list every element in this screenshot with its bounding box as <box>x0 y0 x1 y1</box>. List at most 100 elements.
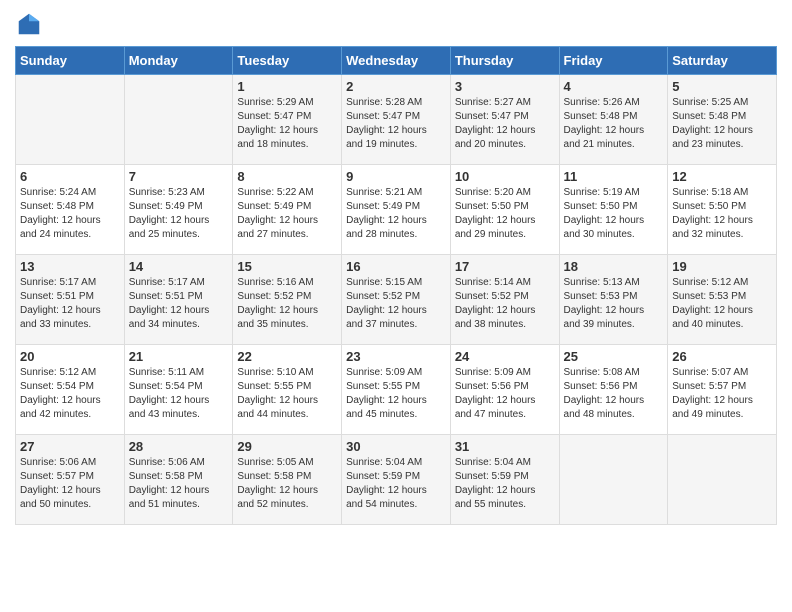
week-row-5: 27 Sunrise: 5:06 AMSunset: 5:57 PMDayligh… <box>16 435 777 525</box>
day-info: Sunrise: 5:11 AMSunset: 5:54 PMDaylight:… <box>129 366 229 422</box>
day-number: 16 <box>346 259 446 274</box>
weekday-header-saturday: Saturday <box>668 47 777 75</box>
calendar-cell: 24 Sunrise: 5:09 AMSunset: 5:56 PMDayligh… <box>450 345 559 435</box>
day-number: 27 <box>20 439 120 454</box>
calendar-cell: 4 Sunrise: 5:26 AMSunset: 5:48 PMDaylight… <box>559 75 668 165</box>
day-info: Sunrise: 5:20 AMSunset: 5:50 PMDaylight:… <box>455 186 555 242</box>
day-number: 4 <box>564 79 664 94</box>
calendar-cell: 31 Sunrise: 5:04 AMSunset: 5:59 PMDayligh… <box>450 435 559 525</box>
day-info: Sunrise: 5:10 AMSunset: 5:55 PMDaylight:… <box>237 366 337 422</box>
day-info: Sunrise: 5:24 AMSunset: 5:48 PMDaylight:… <box>20 186 120 242</box>
weekday-header-row: SundayMondayTuesdayWednesdayThursdayFrid… <box>16 47 777 75</box>
calendar-cell: 20 Sunrise: 5:12 AMSunset: 5:54 PMDayligh… <box>16 345 125 435</box>
calendar-cell: 13 Sunrise: 5:17 AMSunset: 5:51 PMDayligh… <box>16 255 125 345</box>
day-info: Sunrise: 5:12 AMSunset: 5:53 PMDaylight:… <box>672 276 772 332</box>
weekday-header-friday: Friday <box>559 47 668 75</box>
day-info: Sunrise: 5:22 AMSunset: 5:49 PMDaylight:… <box>237 186 337 242</box>
day-info: Sunrise: 5:25 AMSunset: 5:48 PMDaylight:… <box>672 96 772 152</box>
day-number: 18 <box>564 259 664 274</box>
day-info: Sunrise: 5:14 AMSunset: 5:52 PMDaylight:… <box>455 276 555 332</box>
day-number: 8 <box>237 169 337 184</box>
day-number: 23 <box>346 349 446 364</box>
week-row-4: 20 Sunrise: 5:12 AMSunset: 5:54 PMDayligh… <box>16 345 777 435</box>
day-info: Sunrise: 5:28 AMSunset: 5:47 PMDaylight:… <box>346 96 446 152</box>
day-info: Sunrise: 5:17 AMSunset: 5:51 PMDaylight:… <box>20 276 120 332</box>
calendar-cell: 1 Sunrise: 5:29 AMSunset: 5:47 PMDaylight… <box>233 75 342 165</box>
page-header <box>15 10 777 38</box>
day-info: Sunrise: 5:19 AMSunset: 5:50 PMDaylight:… <box>564 186 664 242</box>
day-number: 28 <box>129 439 229 454</box>
calendar-cell <box>668 435 777 525</box>
day-number: 3 <box>455 79 555 94</box>
calendar-table: SundayMondayTuesdayWednesdayThursdayFrid… <box>15 46 777 525</box>
calendar-cell: 16 Sunrise: 5:15 AMSunset: 5:52 PMDayligh… <box>342 255 451 345</box>
calendar-cell: 9 Sunrise: 5:21 AMSunset: 5:49 PMDaylight… <box>342 165 451 255</box>
calendar-cell: 19 Sunrise: 5:12 AMSunset: 5:53 PMDayligh… <box>668 255 777 345</box>
calendar-cell: 17 Sunrise: 5:14 AMSunset: 5:52 PMDayligh… <box>450 255 559 345</box>
day-number: 14 <box>129 259 229 274</box>
logo <box>15 10 47 38</box>
week-row-2: 6Sunrise: 5:24 AMSunset: 5:48 PMDaylight… <box>16 165 777 255</box>
calendar-cell: 23 Sunrise: 5:09 AMSunset: 5:55 PMDayligh… <box>342 345 451 435</box>
day-number: 2 <box>346 79 446 94</box>
day-number: 21 <box>129 349 229 364</box>
day-number: 20 <box>20 349 120 364</box>
day-number: 24 <box>455 349 555 364</box>
calendar-cell: 11Sunrise: 5:19 AMSunset: 5:50 PMDayligh… <box>559 165 668 255</box>
day-info: Sunrise: 5:27 AMSunset: 5:47 PMDaylight:… <box>455 96 555 152</box>
day-info: Sunrise: 5:04 AMSunset: 5:59 PMDaylight:… <box>346 456 446 512</box>
day-info: Sunrise: 5:23 AMSunset: 5:49 PMDaylight:… <box>129 186 229 242</box>
day-info: Sunrise: 5:16 AMSunset: 5:52 PMDaylight:… <box>237 276 337 332</box>
day-info: Sunrise: 5:29 AMSunset: 5:47 PMDaylight:… <box>237 96 337 152</box>
logo-icon <box>15 10 43 38</box>
day-number: 9 <box>346 169 446 184</box>
day-number: 29 <box>237 439 337 454</box>
calendar-cell: 14 Sunrise: 5:17 AMSunset: 5:51 PMDayligh… <box>124 255 233 345</box>
day-info: Sunrise: 5:17 AMSunset: 5:51 PMDaylight:… <box>129 276 229 332</box>
day-info: Sunrise: 5:06 AMSunset: 5:57 PMDaylight:… <box>20 456 120 512</box>
calendar-cell <box>16 75 125 165</box>
day-number: 7 <box>129 169 229 184</box>
calendar-cell <box>124 75 233 165</box>
day-number: 13 <box>20 259 120 274</box>
day-info: Sunrise: 5:09 AMSunset: 5:55 PMDaylight:… <box>346 366 446 422</box>
day-number: 15 <box>237 259 337 274</box>
calendar-cell: 7 Sunrise: 5:23 AMSunset: 5:49 PMDaylight… <box>124 165 233 255</box>
day-info: Sunrise: 5:15 AMSunset: 5:52 PMDaylight:… <box>346 276 446 332</box>
day-info: Sunrise: 5:12 AMSunset: 5:54 PMDaylight:… <box>20 366 120 422</box>
calendar-cell: 15 Sunrise: 5:16 AMSunset: 5:52 PMDayligh… <box>233 255 342 345</box>
day-info: Sunrise: 5:21 AMSunset: 5:49 PMDaylight:… <box>346 186 446 242</box>
day-number: 5 <box>672 79 772 94</box>
day-info: Sunrise: 5:04 AMSunset: 5:59 PMDaylight:… <box>455 456 555 512</box>
day-info: Sunrise: 5:06 AMSunset: 5:58 PMDaylight:… <box>129 456 229 512</box>
day-info: Sunrise: 5:26 AMSunset: 5:48 PMDaylight:… <box>564 96 664 152</box>
weekday-header-sunday: Sunday <box>16 47 125 75</box>
day-number: 17 <box>455 259 555 274</box>
day-number: 1 <box>237 79 337 94</box>
calendar-cell: 10 Sunrise: 5:20 AMSunset: 5:50 PMDayligh… <box>450 165 559 255</box>
day-number: 19 <box>672 259 772 274</box>
day-info: Sunrise: 5:09 AMSunset: 5:56 PMDaylight:… <box>455 366 555 422</box>
calendar-cell: 6Sunrise: 5:24 AMSunset: 5:48 PMDaylight… <box>16 165 125 255</box>
day-number: 10 <box>455 169 555 184</box>
day-info: Sunrise: 5:08 AMSunset: 5:56 PMDaylight:… <box>564 366 664 422</box>
calendar-cell: 27 Sunrise: 5:06 AMSunset: 5:57 PMDayligh… <box>16 435 125 525</box>
week-row-1: 1 Sunrise: 5:29 AMSunset: 5:47 PMDaylight… <box>16 75 777 165</box>
week-row-3: 13 Sunrise: 5:17 AMSunset: 5:51 PMDayligh… <box>16 255 777 345</box>
calendar-cell: 8 Sunrise: 5:22 AMSunset: 5:49 PMDaylight… <box>233 165 342 255</box>
calendar-cell: 29 Sunrise: 5:05 AMSunset: 5:58 PMDayligh… <box>233 435 342 525</box>
calendar-cell: 22 Sunrise: 5:10 AMSunset: 5:55 PMDayligh… <box>233 345 342 435</box>
calendar-cell <box>559 435 668 525</box>
day-info: Sunrise: 5:18 AMSunset: 5:50 PMDaylight:… <box>672 186 772 242</box>
weekday-header-wednesday: Wednesday <box>342 47 451 75</box>
calendar-cell: 21 Sunrise: 5:11 AMSunset: 5:54 PMDayligh… <box>124 345 233 435</box>
weekday-header-thursday: Thursday <box>450 47 559 75</box>
day-info: Sunrise: 5:05 AMSunset: 5:58 PMDaylight:… <box>237 456 337 512</box>
weekday-header-monday: Monday <box>124 47 233 75</box>
day-number: 22 <box>237 349 337 364</box>
day-number: 31 <box>455 439 555 454</box>
day-number: 26 <box>672 349 772 364</box>
day-number: 12 <box>672 169 772 184</box>
calendar-cell: 18Sunrise: 5:13 AMSunset: 5:53 PMDayligh… <box>559 255 668 345</box>
calendar-cell: 3 Sunrise: 5:27 AMSunset: 5:47 PMDaylight… <box>450 75 559 165</box>
